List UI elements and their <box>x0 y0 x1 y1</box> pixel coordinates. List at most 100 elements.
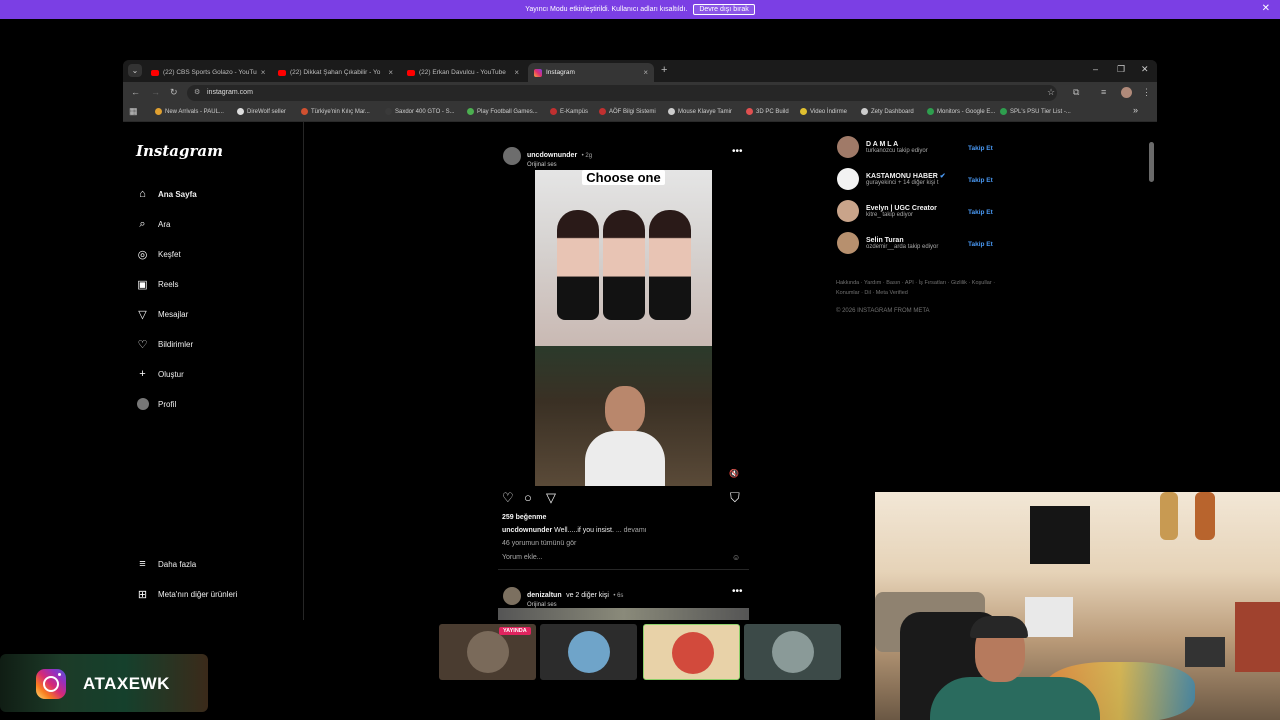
emoji-icon[interactable]: ☺ <box>732 553 740 562</box>
avatar[interactable] <box>837 232 859 254</box>
tab-instagram[interactable]: Instagram × <box>528 63 654 82</box>
suggestion-name[interactable]: Selin Turan <box>866 237 938 244</box>
suggestion-item: KASTAMONU HABER ✔ gurayekinci + 14 diğer … <box>837 168 1027 190</box>
reload-icon[interactable]: ↻ <box>170 87 178 98</box>
add-comment-input[interactable]: Yorum ekle... <box>502 554 543 561</box>
bookmark-item[interactable]: AÖF Bilgi Sistemi <box>599 108 656 115</box>
follow-button[interactable]: Takip Et <box>968 177 993 184</box>
bookmark-item[interactable]: 3D PC Build <box>746 108 789 115</box>
bookmark-item[interactable]: Zety Dashboard <box>861 108 914 115</box>
avatar[interactable] <box>837 168 859 190</box>
media-controls-icon[interactable]: ≡ <box>1101 87 1106 97</box>
instagram-logo[interactable]: Instagram <box>136 142 223 160</box>
streamer-handle: ATAXEWK <box>83 674 170 693</box>
stream-thumbnail[interactable] <box>744 624 841 680</box>
bookmark-item[interactable]: Saxdor 400 GTO - S... <box>385 108 455 115</box>
post-username[interactable]: denizaltun <box>527 592 562 599</box>
post-username[interactable]: uncdownunder <box>527 152 577 159</box>
nav-meta-products[interactable]: ⊞ Meta'nın diğer ürünleri <box>136 584 237 604</box>
nav-notifications[interactable]: ♡ Bildirimler <box>136 334 194 354</box>
post-video[interactable]: Choose one 🔇 <box>498 170 749 486</box>
like-icon[interactable]: ♡ <box>502 490 514 506</box>
suggestion-name[interactable]: KASTAMONU HABER ✔ <box>866 172 946 180</box>
nav-more[interactable]: ≡ Daha fazla <box>136 554 196 574</box>
avatar <box>136 398 149 410</box>
forward-icon[interactable]: → <box>151 87 160 97</box>
save-icon[interactable]: ⛉ <box>730 490 740 506</box>
address-bar[interactable]: ⚙ instagram.com <box>187 85 1057 101</box>
extensions-icon[interactable]: ⧉ <box>1073 87 1079 98</box>
close-tab-icon[interactable]: × <box>514 68 519 77</box>
tab-search-button[interactable]: ⌄ <box>128 64 142 77</box>
suggestion-name[interactable]: Evelyn | UGC Creator <box>866 205 937 212</box>
bookmark-item[interactable]: E-Kampüs <box>550 108 588 115</box>
nav-reels[interactable]: ▣ Reels <box>136 274 178 294</box>
back-icon[interactable]: ← <box>131 87 140 97</box>
close-tab-icon[interactable]: × <box>643 68 648 77</box>
nav-create[interactable]: + Oluştur <box>136 364 184 384</box>
browser-menu-icon[interactable]: ⋮ <box>1142 87 1151 98</box>
suggestion-name[interactable]: D A M L A <box>866 141 928 148</box>
nav-home[interactable]: ⌂ Ana Sayfa <box>136 184 197 204</box>
post-options-icon[interactable]: ••• <box>732 586 743 597</box>
banner-close-icon[interactable]: ✕ <box>1262 3 1270 14</box>
scrollbar-thumb[interactable] <box>1149 142 1154 182</box>
post-with[interactable]: ve 2 diğer kişi <box>566 592 609 599</box>
follow-button[interactable]: Takip Et <box>968 241 993 248</box>
avatar[interactable] <box>503 147 521 165</box>
share-icon[interactable]: ▽ <box>546 490 556 506</box>
tab-cbs-sports[interactable]: (22) CBS Sports Golazo - YouTu × <box>145 63 270 82</box>
close-tab-icon[interactable]: × <box>388 68 393 77</box>
avatar[interactable] <box>837 136 859 158</box>
bookmark-item[interactable]: Monitors - Google E... <box>927 108 995 115</box>
post-options-icon[interactable]: ••• <box>732 146 743 157</box>
comment-icon[interactable]: ○ <box>524 490 532 505</box>
avatar[interactable] <box>837 200 859 222</box>
follow-button[interactable]: Takip Et <box>968 145 993 152</box>
site-info-icon[interactable]: ⚙ <box>194 85 200 101</box>
bookmark-item[interactable]: DireWolf seller <box>237 108 286 115</box>
post-audio[interactable]: Orijinal ses <box>527 162 592 168</box>
new-tab-icon[interactable]: + <box>661 64 667 76</box>
suggestion-item: D A M L Aturkanozcu takip ediyor <box>837 136 1027 158</box>
apps-grid-icon[interactable]: ▦ <box>129 106 138 117</box>
footer-links[interactable]: Hakkında · Yardım · Basın · API · İş Fır… <box>836 278 996 298</box>
nav-label: Reels <box>158 279 179 289</box>
mute-icon[interactable]: 🔇 <box>729 469 739 478</box>
bookmark-item[interactable]: Play Football Games... <box>467 108 538 115</box>
restore-icon[interactable]: ❐ <box>1117 64 1125 75</box>
bookmark-item[interactable]: New Arrivals - PAUL... <box>155 108 224 115</box>
bookmark-item[interactable]: SPL's PSU Tier List -... <box>1000 108 1071 115</box>
view-comments-link[interactable]: 46 yorumun tümünü gör <box>502 540 576 547</box>
tab-erkan[interactable]: (22) Erkan Davulcu - YouTube × <box>401 63 525 82</box>
nav-explore[interactable]: ◎ Keşfet <box>136 244 181 264</box>
stream-thumbnail[interactable]: YAYINDA <box>439 624 536 680</box>
caption-more-link[interactable]: ... devamı <box>616 527 647 534</box>
bookmark-item[interactable]: Video İndirme <box>800 108 847 115</box>
nav-search[interactable]: ⌕ Ara <box>136 214 170 234</box>
figure <box>603 210 645 320</box>
nav-messages[interactable]: ▽ Mesajlar <box>136 304 188 324</box>
thumbnail-avatar <box>772 631 814 673</box>
bookmark-item[interactable]: Mouse Klavye Tamir <box>668 108 732 115</box>
close-tab-icon[interactable]: × <box>261 68 266 77</box>
next-post-media[interactable] <box>498 608 749 620</box>
minimize-icon[interactable]: – <box>1093 64 1098 74</box>
disable-streamer-mode-button[interactable]: Devre dışı bırak <box>693 4 755 15</box>
bookmarks-bar: ▦ New Arrivals - PAUL... DireWolf seller… <box>123 104 1157 122</box>
caption-username[interactable]: uncdownunder <box>502 527 552 534</box>
stream-thumbnail[interactable] <box>540 624 637 680</box>
follow-button[interactable]: Takip Et <box>968 209 993 216</box>
avatar[interactable] <box>503 587 521 605</box>
nav-profile[interactable]: Profil <box>136 394 176 414</box>
bookmark-item[interactable]: Türkiye'nin Kılıç Mar... <box>301 108 370 115</box>
tab-label: (22) Dikkat Şahan Çıkabilir - Yo <box>290 69 381 76</box>
likes-count[interactable]: 259 beğenme <box>502 514 546 521</box>
more-bookmarks-icon[interactable]: » <box>1133 105 1138 115</box>
tab-dikkat[interactable]: (22) Dikkat Şahan Çıkabilir - Yo × <box>272 63 399 82</box>
profile-avatar[interactable] <box>1121 87 1132 98</box>
close-window-icon[interactable]: ✕ <box>1141 64 1149 75</box>
stream-thumbnail[interactable] <box>643 624 740 680</box>
bookmark-star-icon[interactable]: ☆ <box>1047 87 1055 98</box>
search-icon: ⌕ <box>139 217 146 230</box>
